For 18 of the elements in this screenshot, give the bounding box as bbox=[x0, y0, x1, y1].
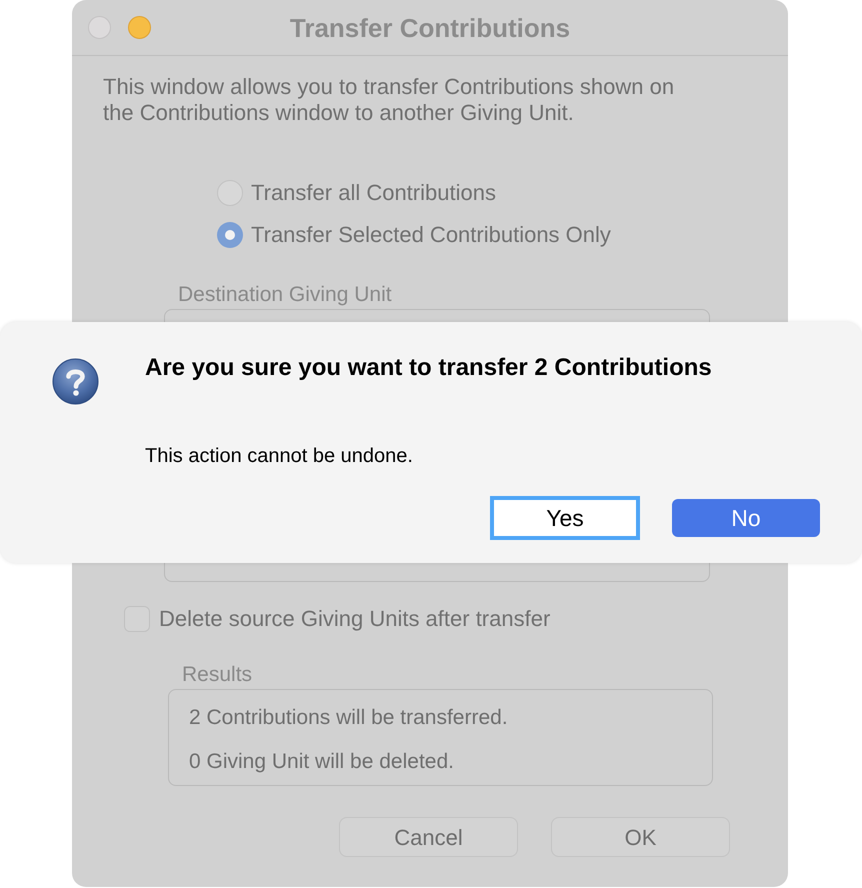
radio-label: Transfer Selected Contributions Only bbox=[251, 222, 611, 248]
result-line: 2 Contributions will be transferred. bbox=[189, 705, 508, 731]
radio-button[interactable] bbox=[217, 222, 243, 248]
question-mark-icon bbox=[52, 358, 99, 405]
cancel-button[interactable]: Cancel bbox=[339, 817, 518, 857]
no-button[interactable]: No bbox=[672, 499, 820, 537]
description-text: This window allows you to transfer Contributions shown on the Contributions window to another Giving Unit. bbox=[103, 74, 676, 126]
group-label: Results bbox=[182, 663, 252, 687]
yes-button[interactable]: Yes bbox=[490, 496, 640, 540]
result-line: 0 Giving Unit will be deleted. bbox=[189, 749, 454, 775]
radio-label: Transfer all Contributions bbox=[251, 180, 496, 206]
minimize-button[interactable] bbox=[128, 16, 151, 39]
checkbox-label: Delete source Giving Units after transfer bbox=[159, 606, 550, 632]
alert-message: This action cannot be undone. bbox=[145, 444, 413, 468]
alert-title: Are you sure you want to transfer 2 Contributions bbox=[145, 354, 712, 382]
group-label: Destination Giving Unit bbox=[178, 283, 392, 307]
ok-button[interactable]: OK bbox=[551, 817, 730, 857]
window-title: Transfer Contributions bbox=[290, 12, 570, 42]
